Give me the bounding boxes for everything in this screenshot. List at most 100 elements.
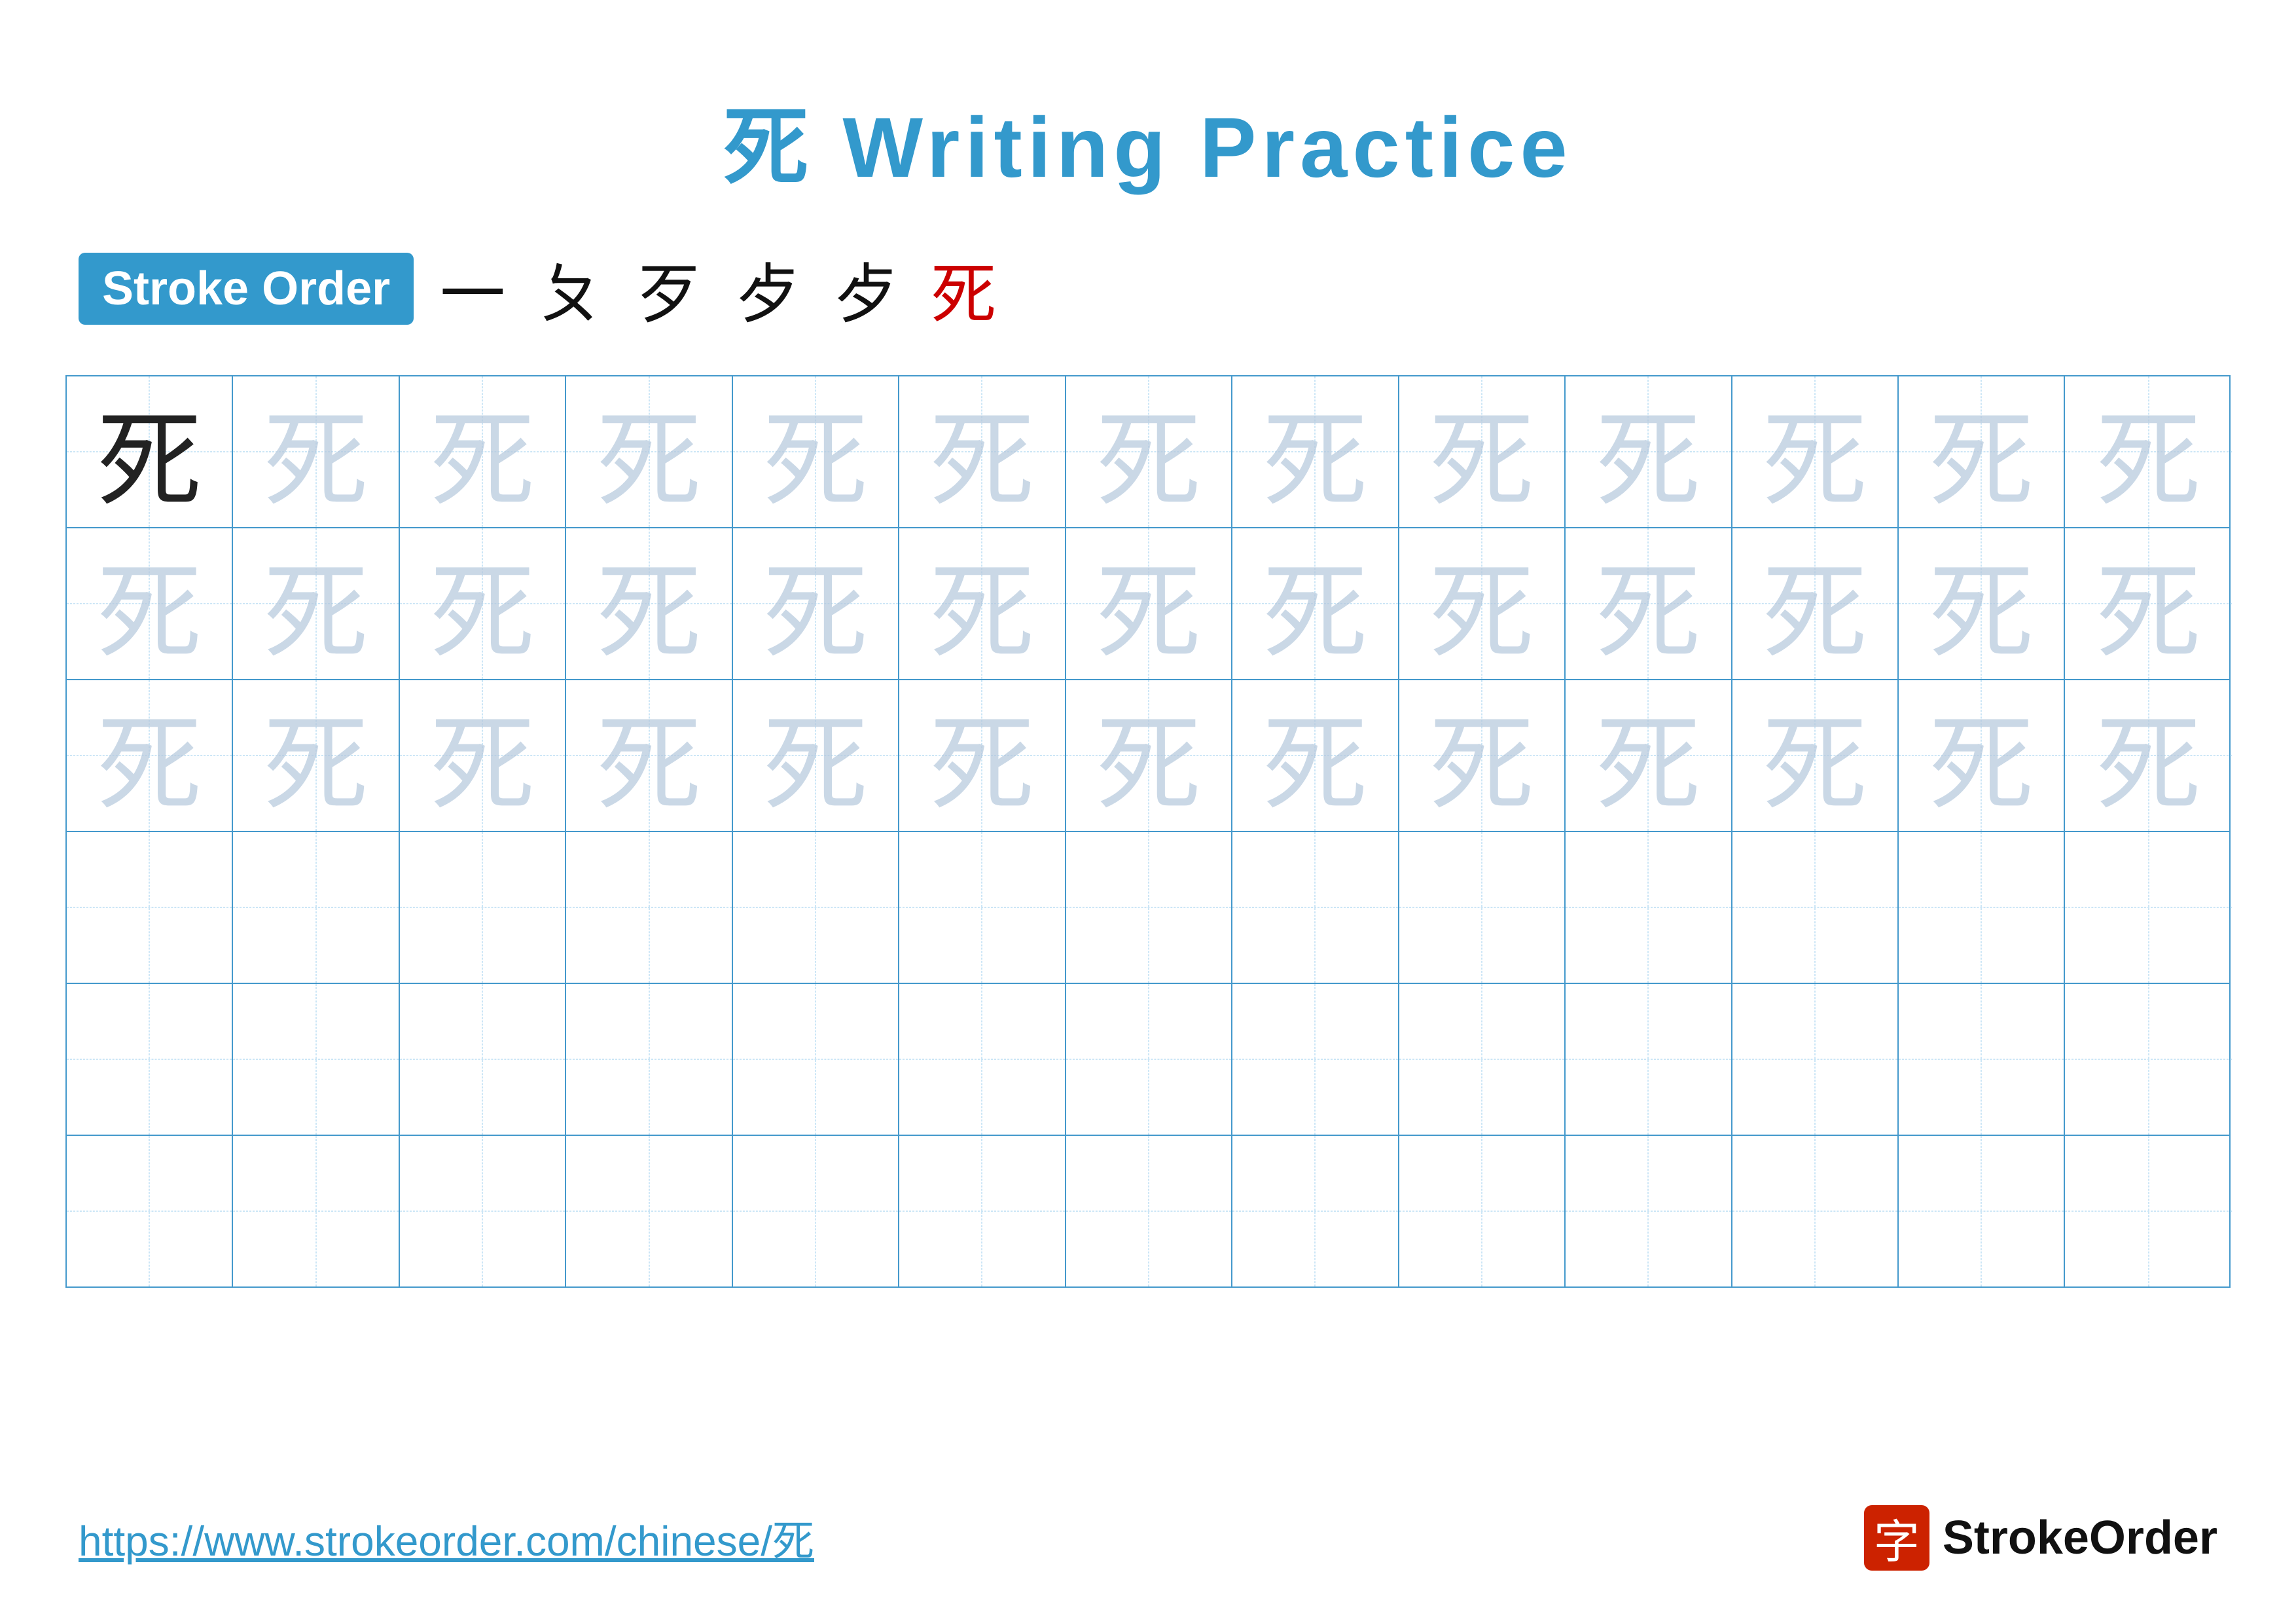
grid-cell-2-4: 死 — [733, 680, 899, 831]
grid-row-1: 死 死 死 死 死 死 死 死 死 死 死 死 死 — [67, 528, 2229, 680]
grid-cell-0-4: 死 — [733, 376, 899, 527]
grid-cell-0-2: 死 — [400, 376, 566, 527]
grid-cell-1-5: 死 — [899, 528, 1066, 679]
grid-cell-1-7: 死 — [1232, 528, 1399, 679]
grid-cell-0-3: 死 — [566, 376, 732, 527]
stroke-order-row: Stroke Order 一 ㄆ 歹 歺 歺 死 — [79, 241, 2296, 336]
grid-cell-0-1: 死 — [233, 376, 399, 527]
grid-cell-2-10: 死 — [1732, 680, 1899, 831]
stroke-sequence: 一 ㄆ 歹 歺 歺 死 — [440, 241, 996, 336]
grid-cell-1-10: 死 — [1732, 528, 1899, 679]
stroke-3: 歹 — [636, 241, 702, 336]
grid-cell-4-4 — [733, 984, 899, 1135]
grid-cell-2-8: 死 — [1399, 680, 1566, 831]
grid-row-3 — [67, 832, 2229, 984]
stroke-1: 一 — [440, 241, 505, 336]
grid-cell-1-12: 死 — [2065, 528, 2231, 679]
grid-cell-2-3: 死 — [566, 680, 732, 831]
grid-cell-4-3 — [566, 984, 732, 1135]
grid-cell-5-4 — [733, 1136, 899, 1286]
grid-cell-5-3 — [566, 1136, 732, 1286]
grid-cell-2-1: 死 — [233, 680, 399, 831]
grid-cell-3-12 — [2065, 832, 2231, 983]
grid-cell-1-6: 死 — [1066, 528, 1232, 679]
logo-icon: 字 — [1864, 1505, 1929, 1571]
grid-cell-5-7 — [1232, 1136, 1399, 1286]
grid-cell-0-0: 死 — [67, 376, 233, 527]
grid-cell-1-11: 死 — [1899, 528, 2065, 679]
grid-row-2: 死 死 死 死 死 死 死 死 死 死 死 死 死 — [67, 680, 2229, 832]
grid-cell-1-9: 死 — [1566, 528, 1732, 679]
grid-cell-5-12 — [2065, 1136, 2231, 1286]
grid-row-0: 死 死 死 死 死 死 死 死 死 死 死 死 死 — [67, 376, 2229, 528]
footer-url-text: https://www.strokeorder.com/chinese/死 — [79, 1518, 814, 1565]
grid-cell-0-12: 死 — [2065, 376, 2231, 527]
grid-cell-4-1 — [233, 984, 399, 1135]
footer-url[interactable]: https://www.strokeorder.com/chinese/死 — [79, 1508, 814, 1568]
grid-cell-3-4 — [733, 832, 899, 983]
grid-cell-3-0 — [67, 832, 233, 983]
grid-cell-0-7: 死 — [1232, 376, 1399, 527]
practice-grid: 死 死 死 死 死 死 死 死 死 死 死 死 死 死 死 死 死 死 死 死 … — [65, 375, 2231, 1288]
page-title: 死 Writing Practice — [0, 0, 2296, 202]
grid-cell-2-12: 死 — [2065, 680, 2231, 831]
grid-cell-3-5 — [899, 832, 1066, 983]
grid-cell-4-12 — [2065, 984, 2231, 1135]
stroke-2: ㄆ — [538, 241, 603, 336]
grid-cell-4-7 — [1232, 984, 1399, 1135]
grid-cell-4-6 — [1066, 984, 1232, 1135]
grid-cell-3-8 — [1399, 832, 1566, 983]
grid-cell-3-2 — [400, 832, 566, 983]
stroke-4: 歺 — [734, 241, 800, 336]
grid-row-5 — [67, 1136, 2229, 1286]
grid-cell-5-5 — [899, 1136, 1066, 1286]
grid-cell-2-0: 死 — [67, 680, 233, 831]
grid-cell-4-2 — [400, 984, 566, 1135]
grid-cell-0-8: 死 — [1399, 376, 1566, 527]
stroke-5: 歺 — [833, 241, 898, 336]
grid-row-4 — [67, 984, 2229, 1136]
grid-cell-4-0 — [67, 984, 233, 1135]
grid-cell-4-5 — [899, 984, 1066, 1135]
badge-label: Stroke Order — [102, 263, 390, 315]
grid-cell-5-9 — [1566, 1136, 1732, 1286]
grid-cell-0-9: 死 — [1566, 376, 1732, 527]
grid-cell-1-4: 死 — [733, 528, 899, 679]
grid-cell-1-2: 死 — [400, 528, 566, 679]
grid-cell-5-2 — [400, 1136, 566, 1286]
grid-cell-5-0 — [67, 1136, 233, 1286]
grid-cell-1-0: 死 — [67, 528, 233, 679]
grid-cell-0-10: 死 — [1732, 376, 1899, 527]
grid-cell-0-6: 死 — [1066, 376, 1232, 527]
grid-cell-1-8: 死 — [1399, 528, 1566, 679]
grid-cell-3-6 — [1066, 832, 1232, 983]
grid-cell-4-9 — [1566, 984, 1732, 1135]
grid-cell-2-5: 死 — [899, 680, 1066, 831]
grid-cell-1-1: 死 — [233, 528, 399, 679]
grid-cell-2-2: 死 — [400, 680, 566, 831]
grid-cell-5-11 — [1899, 1136, 2065, 1286]
grid-cell-3-3 — [566, 832, 732, 983]
grid-cell-3-7 — [1232, 832, 1399, 983]
logo-char: 字 — [1874, 1505, 1920, 1571]
logo-text: StrokeOrder — [1943, 1511, 2217, 1565]
grid-cell-2-7: 死 — [1232, 680, 1399, 831]
title-text: 死 Writing Practice — [723, 100, 1572, 195]
grid-cell-2-9: 死 — [1566, 680, 1732, 831]
footer: https://www.strokeorder.com/chinese/死 字 … — [79, 1505, 2217, 1571]
stroke-order-badge: Stroke Order — [79, 253, 414, 325]
grid-cell-3-9 — [1566, 832, 1732, 983]
grid-cell-5-1 — [233, 1136, 399, 1286]
grid-cell-0-11: 死 — [1899, 376, 2065, 527]
grid-cell-3-11 — [1899, 832, 2065, 983]
grid-cell-4-8 — [1399, 984, 1566, 1135]
footer-logo: 字 StrokeOrder — [1864, 1505, 2217, 1571]
grid-cell-3-1 — [233, 832, 399, 983]
stroke-6: 死 — [931, 241, 996, 336]
grid-cell-4-10 — [1732, 984, 1899, 1135]
grid-cell-5-8 — [1399, 1136, 1566, 1286]
grid-cell-2-11: 死 — [1899, 680, 2065, 831]
grid-cell-5-10 — [1732, 1136, 1899, 1286]
grid-cell-4-11 — [1899, 984, 2065, 1135]
grid-cell-2-6: 死 — [1066, 680, 1232, 831]
